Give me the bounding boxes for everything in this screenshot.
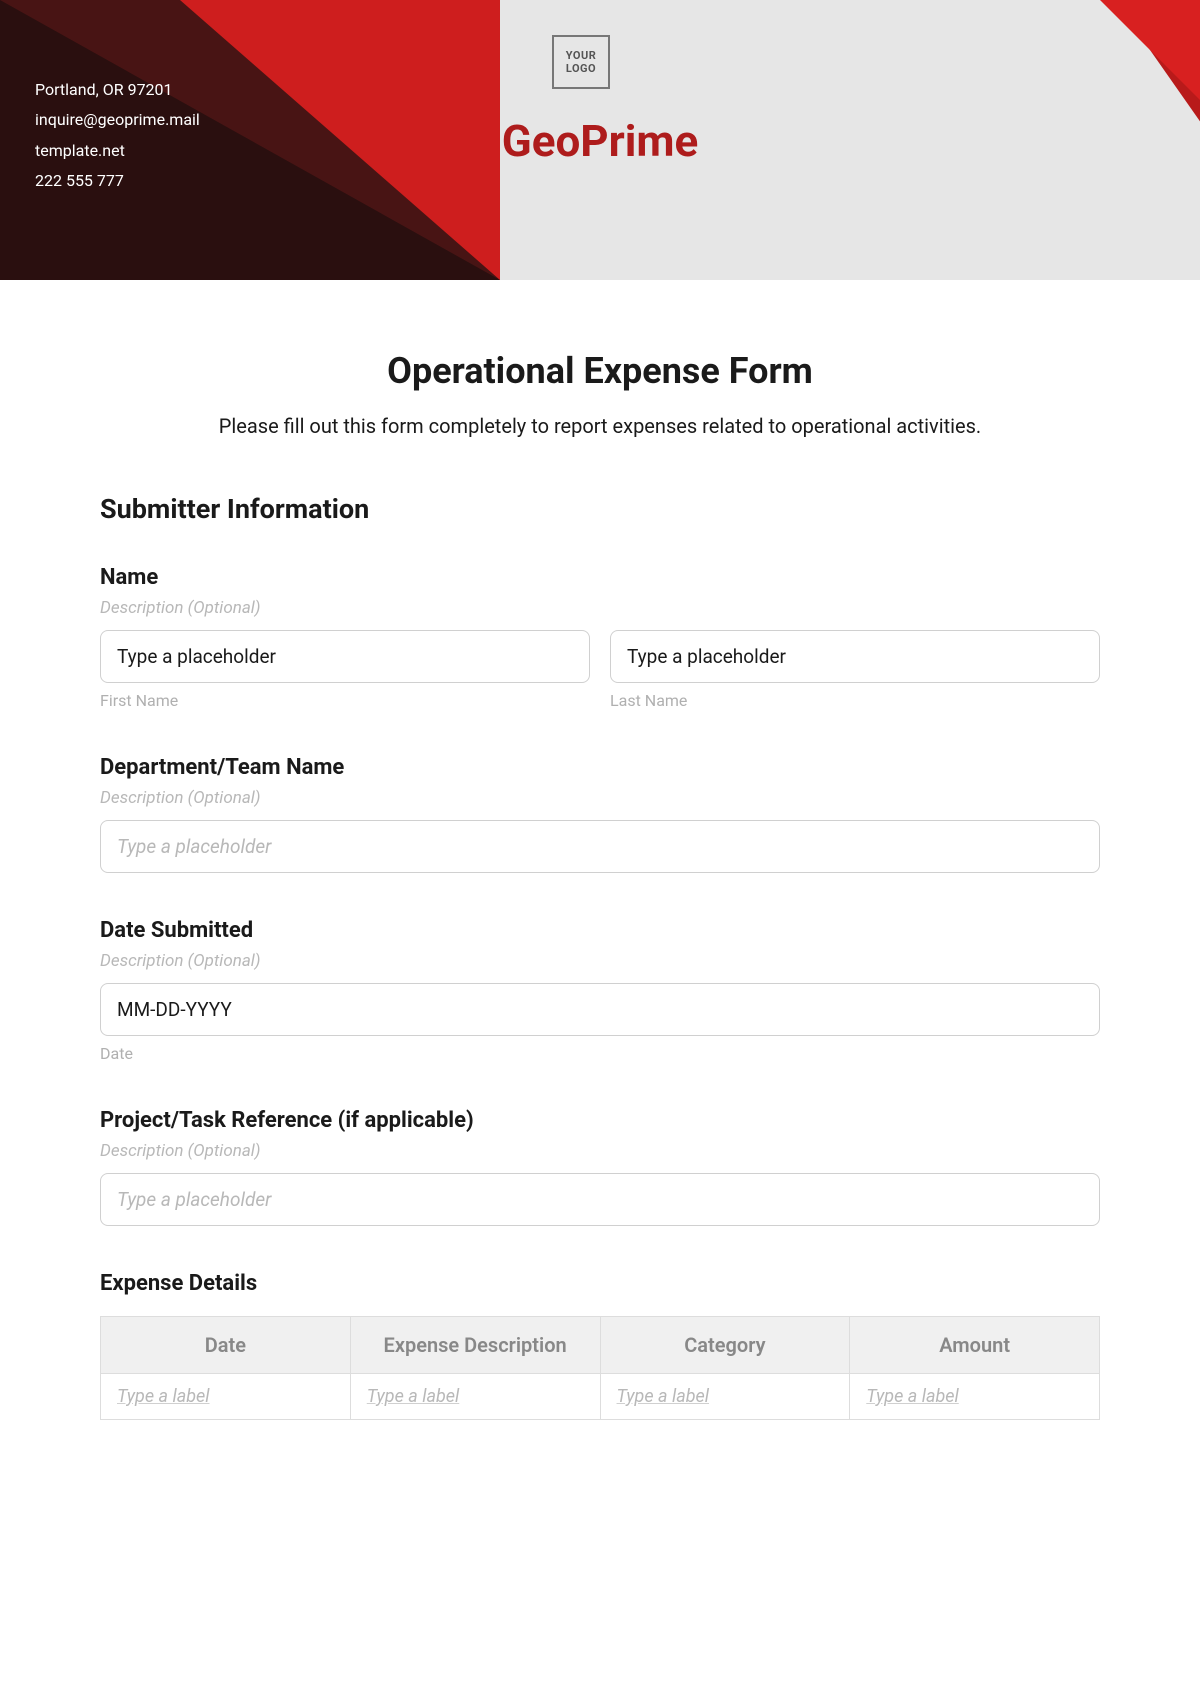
contact-phone: 222 555 777 [35, 166, 200, 196]
table-cell[interactable]: Type a label [101, 1374, 351, 1420]
section-heading-submitter: Submitter Information [100, 493, 1100, 525]
company-name: GeoPrime [502, 115, 699, 167]
decorative-triangle [180, 0, 500, 280]
first-name-sublabel: First Name [100, 691, 590, 710]
first-name-input[interactable] [100, 630, 590, 683]
contact-email: inquire@geoprime.mail [35, 105, 200, 135]
expense-details-heading: Expense Details [100, 1271, 1100, 1296]
field-group-project: Project/Task Reference (if applicable) D… [100, 1108, 1100, 1226]
form-title: Operational Expense Form [100, 350, 1100, 392]
table-cell[interactable]: Type a label [850, 1374, 1100, 1420]
table-row: Type a label Type a label Type a label T… [101, 1374, 1100, 1420]
field-group-name: Name Description (Optional) First Name L… [100, 565, 1100, 710]
field-group-date-submitted: Date Submitted Description (Optional) Da… [100, 918, 1100, 1063]
table-cell[interactable]: Type a label [350, 1374, 600, 1420]
table-header-date: Date [101, 1317, 351, 1374]
field-label-department: Department/Team Name [100, 755, 1100, 780]
expense-table: Date Expense Description Category Amount… [100, 1316, 1100, 1420]
table-header-description: Expense Description [350, 1317, 600, 1374]
logo-placeholder: YOUR LOGO [552, 35, 610, 89]
last-name-input[interactable] [610, 630, 1100, 683]
table-cell[interactable]: Type a label [600, 1374, 850, 1420]
contact-website: template.net [35, 136, 200, 166]
table-header-amount: Amount [850, 1317, 1100, 1374]
project-input[interactable] [100, 1173, 1100, 1226]
contact-info: Portland, OR 97201 inquire@geoprime.mail… [35, 75, 200, 197]
last-name-sublabel: Last Name [610, 691, 1100, 710]
form-body: Operational Expense Form Please fill out… [0, 280, 1200, 1460]
field-label-date: Date Submitted [100, 918, 1100, 943]
field-description-date: Description (Optional) [100, 951, 1100, 971]
date-sublabel: Date [100, 1044, 1100, 1063]
field-label-project: Project/Task Reference (if applicable) [100, 1108, 1100, 1133]
department-input[interactable] [100, 820, 1100, 873]
field-label-name: Name [100, 565, 1100, 590]
contact-address: Portland, OR 97201 [35, 75, 200, 105]
field-description-department: Description (Optional) [100, 788, 1100, 808]
page-header: Portland, OR 97201 inquire@geoprime.mail… [0, 0, 1200, 280]
form-instruction: Please fill out this form completely to … [100, 414, 1100, 438]
field-description-name: Description (Optional) [100, 598, 1100, 618]
date-submitted-input[interactable] [100, 983, 1100, 1036]
decorative-triangle [1080, 0, 1200, 120]
field-description-project: Description (Optional) [100, 1141, 1100, 1161]
table-header-category: Category [600, 1317, 850, 1374]
field-group-department: Department/Team Name Description (Option… [100, 755, 1100, 873]
